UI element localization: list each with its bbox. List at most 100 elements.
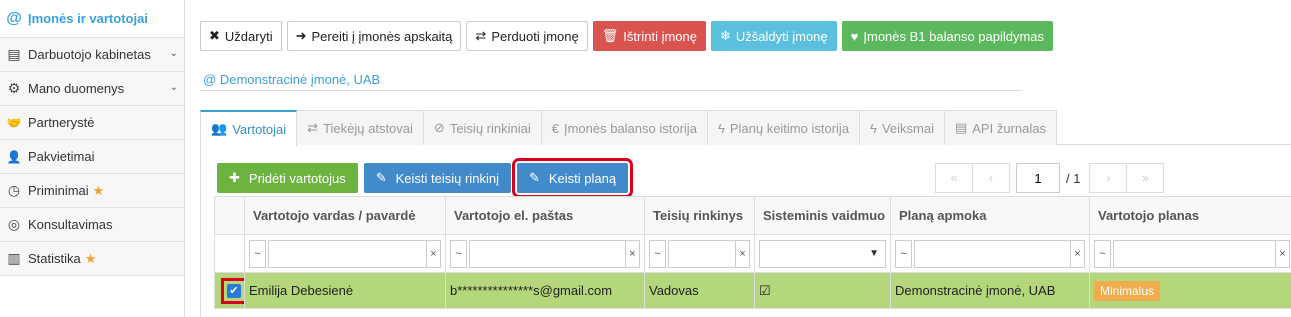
filter-email: ~ × <box>445 234 645 273</box>
sidebar-item-label: Priminimai <box>28 183 89 198</box>
tab-actions[interactable]: ϟ Veiksmai <box>859 110 945 145</box>
sidebar-item-label: Partnerystė <box>28 115 95 130</box>
chevron-down-icon: ⌄ <box>169 48 178 59</box>
column-header[interactable]: Teisių rinkinys <box>644 196 755 235</box>
filter-select[interactable]: ▼ <box>759 239 886 268</box>
ban-icon: ⊘ <box>433 120 445 135</box>
sidebar-item-partnership[interactable]: 🤝 Partnerystė <box>0 106 184 140</box>
column-header[interactable]: Vartotojo vardas / pavardė <box>244 196 446 235</box>
sidebar-item-label: Konsultavimas <box>28 217 113 232</box>
main-content: ✖ Uždaryti ➜ Pereiti į įmonės apskaitą ⇄ Pe… <box>185 0 1291 317</box>
delete-company-button[interactable]: 🗑 Ištrinti įmonę <box>592 21 706 51</box>
prev-page-button[interactable]: ‹ <box>972 163 1010 193</box>
edit-rights-button[interactable]: ✎ Keisti teisių rinkinį <box>363 163 511 193</box>
sidebar-item-statistics[interactable]: ▥ Statistika ★ <box>0 242 184 276</box>
star-icon: ★ <box>92 182 105 198</box>
clear-filter-icon[interactable]: × <box>1276 239 1290 268</box>
divider <box>200 90 1022 91</box>
filter-input[interactable] <box>914 239 1071 268</box>
sidebar-item-label: Įmonės ir vartotojai <box>28 11 148 26</box>
sidebar-item-my-data[interactable]: ⚙ Mano duomenys ⌄ <box>0 72 184 106</box>
plus-icon: ✚ <box>229 170 240 185</box>
table-row[interactable]: ✔ Emilija Debesienė b***************s@gm… <box>214 272 1291 309</box>
column-header[interactable]: Sisteminis vaidmuo <box>754 196 891 235</box>
last-page-button[interactable]: » <box>1126 163 1165 193</box>
tab-bar: 👥 Vartotojai ⇄ Tiekėjų atstovai ⊘ Teisių ri… <box>200 110 1291 146</box>
sidebar-item-reminders[interactable]: ◷ Priminimai ★ <box>0 174 184 208</box>
cell-payer: Demonstracinė įmonė, UAB <box>890 272 1090 309</box>
clear-filter-icon[interactable]: × <box>427 239 441 268</box>
tab-plan-history[interactable]: ϟ Planų keitimo istorija <box>706 110 861 145</box>
filter-system-role: ▼ <box>754 234 891 273</box>
filter-input[interactable] <box>1113 239 1276 268</box>
change-plan-button[interactable]: ✎ Keisti planą <box>511 158 634 198</box>
pencil-icon: ✎ <box>375 170 387 185</box>
lifebuoy-icon: ◎ <box>7 216 21 232</box>
filter-operator[interactable]: ~ <box>249 239 266 268</box>
table-header-row: Vartotojo vardas / pavardė Vartotojo el.… <box>214 196 1291 235</box>
clear-filter-icon[interactable]: × <box>1071 239 1085 268</box>
sidebar-item-consulting[interactable]: ◎ Konsultavimas <box>0 208 184 242</box>
column-header[interactable]: Planą apmoka <box>890 196 1090 235</box>
filter-operator[interactable]: ~ <box>895 239 912 268</box>
row-checkbox-highlight: ✔ <box>221 277 244 304</box>
filter-operator[interactable]: ~ <box>649 239 666 268</box>
row-checkbox[interactable]: ✔ <box>227 283 241 298</box>
bolt-icon: ϟ <box>870 120 877 136</box>
column-header[interactable]: Vartotojo el. paštas <box>445 196 645 235</box>
heart-icon: ♥ <box>850 28 859 44</box>
filter-row: ~ × ~ × ~ × ▼ ~ × ~ × <box>214 234 1291 273</box>
tab-supplier-reps[interactable]: ⇄ Tiekėjų atstovai <box>296 110 424 145</box>
sidebar-item-label: Mano duomenys <box>28 81 125 96</box>
exchange-icon: ⇄ <box>475 28 487 43</box>
filter-input[interactable] <box>268 239 427 268</box>
clear-filter-icon[interactable]: × <box>736 239 750 268</box>
tab-rights-sets[interactable]: ⊘ Teisių rinkiniai <box>422 110 542 145</box>
filter-operator[interactable]: ~ <box>1094 239 1111 268</box>
page-number-input[interactable] <box>1016 163 1060 193</box>
row-select-cell: ✔ <box>214 272 245 309</box>
add-users-button[interactable]: ✚ Pridėti vartotojus <box>217 163 358 193</box>
next-page-button[interactable]: › <box>1089 163 1128 193</box>
euro-icon: € <box>551 120 559 136</box>
company-toolbar: ✖ Uždaryti ➜ Pereiti į įmonės apskaitą ⇄ Pe… <box>200 21 1054 51</box>
transfer-company-button[interactable]: ⇄ Perduoti įmonę <box>466 21 588 51</box>
tab-balance-history[interactable]: € Įmonės balanso istorija <box>540 110 708 145</box>
bolt-icon: ϟ <box>717 120 725 136</box>
clear-filter-icon[interactable]: × <box>626 239 640 268</box>
tab-users[interactable]: 👥 Vartotojai <box>200 110 298 146</box>
sidebar-item-companies-users[interactable]: @ Įmonės ir vartotojai <box>0 0 184 38</box>
filter-input[interactable] <box>668 239 736 268</box>
cell-plan: Minimalus <box>1089 272 1291 309</box>
close-button[interactable]: ✖ Uždaryti <box>200 21 282 51</box>
user-plus-icon: 👤 <box>6 149 22 164</box>
column-header[interactable]: Vartotojo planas <box>1089 196 1291 235</box>
clock-icon: ◷ <box>7 182 21 198</box>
first-page-button[interactable]: « <box>935 163 973 193</box>
tab-api-log[interactable]: ▤ API žurnalas <box>943 110 1057 145</box>
pencil-icon: ✎ <box>528 170 540 185</box>
goto-accounting-button[interactable]: ➜ Pereiti į įmonės apskaitą <box>286 21 462 51</box>
freeze-company-button[interactable]: ❄ Užšaldyti įmonę <box>710 21 837 51</box>
list-icon: ▤ <box>954 120 968 135</box>
pagination: « ‹ / 1 › » <box>935 163 1165 193</box>
sidebar-item-label: Statistika <box>28 251 81 266</box>
filter-cell-empty <box>214 234 245 273</box>
filter-input[interactable] <box>469 239 626 268</box>
cell-email: b***************s@gmail.com <box>445 272 645 309</box>
sidebar-item-employee-cabinet[interactable]: ▤ Darbuotojo kabinetas ⌄ <box>0 38 184 72</box>
bar-chart-icon: ▥ <box>7 250 21 266</box>
sign-in-icon: ➜ <box>295 28 307 43</box>
chevron-down-icon: ▼ <box>869 248 879 259</box>
chevron-down-icon: ⌄ <box>169 82 178 93</box>
sidebar-item-label: Pakvietimai <box>28 149 95 164</box>
filter-payer: ~ × <box>890 234 1090 273</box>
close-icon: ✖ <box>209 28 220 43</box>
users-table: Vartotojo vardas / pavardė Vartotojo el.… <box>214 196 1291 309</box>
company-title: @ Demonstracinė įmonė, UAB <box>203 72 381 87</box>
trash-icon: 🗑 <box>601 28 619 43</box>
balance-topup-button[interactable]: ♥ Įmonės B1 balanso papildymas <box>841 21 1054 51</box>
sidebar: @ Įmonės ir vartotojai ▤ Darbuotojo kabi… <box>0 0 185 317</box>
sidebar-item-invitations[interactable]: 👤 Pakvietimai <box>0 140 184 174</box>
filter-operator[interactable]: ~ <box>450 239 467 268</box>
